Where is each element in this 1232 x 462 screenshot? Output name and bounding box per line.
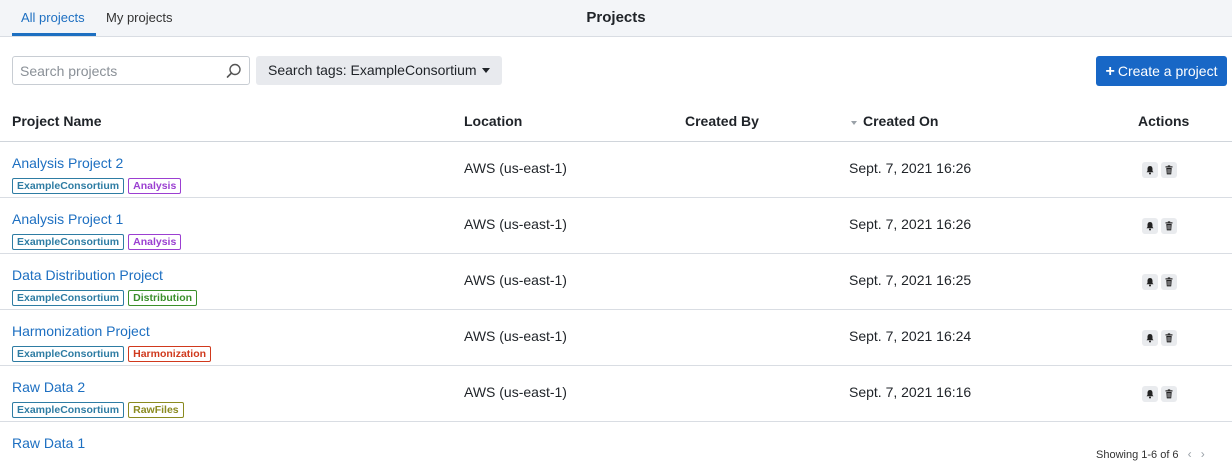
- project-tag[interactable]: ExampleConsortium: [12, 402, 125, 418]
- project-tag[interactable]: Harmonization: [128, 346, 212, 362]
- project-tag[interactable]: Distribution: [128, 290, 198, 306]
- project-name-link[interactable]: Analysis Project 2: [12, 155, 123, 171]
- project-tags: ExampleConsortium Analysis: [12, 176, 185, 194]
- row-actions: [1142, 386, 1180, 402]
- search-icon[interactable]: [225, 62, 243, 80]
- bell-icon[interactable]: [1142, 218, 1158, 234]
- project-location: AWS (us-east-1): [464, 272, 567, 288]
- column-header-created-on[interactable]: Created On: [851, 113, 938, 129]
- top-bar: All projects My projects Projects: [0, 0, 1232, 37]
- table-row[interactable]: Analysis Project 2 ExampleConsortium Analy…: [0, 142, 1232, 198]
- bell-icon[interactable]: [1142, 330, 1158, 346]
- project-tag[interactable]: ExampleConsortium: [12, 234, 125, 250]
- project-tags: ExampleConsortium Analysis: [12, 232, 185, 250]
- project-name-link[interactable]: Harmonization Project: [12, 323, 150, 339]
- project-created-on: Sept. 7, 2021 16:26: [849, 160, 972, 176]
- project-tag[interactable]: ExampleConsortium: [12, 178, 125, 194]
- project-name-link[interactable]: Raw Data 2: [12, 379, 85, 395]
- project-tags: ExampleConsortium RawFiles: [12, 400, 188, 418]
- row-actions: [1142, 218, 1180, 234]
- project-tag[interactable]: RawFiles: [128, 402, 184, 418]
- search-tags-label: Search tags: ExampleConsortium: [268, 62, 477, 78]
- table-row-partial[interactable]: Raw Data 1: [0, 426, 1232, 448]
- project-tag[interactable]: Analysis: [128, 178, 182, 194]
- project-tags: ExampleConsortium Distribution: [12, 288, 201, 306]
- project-location: AWS (us-east-1): [464, 160, 567, 176]
- column-header-created-by[interactable]: Created By: [685, 113, 759, 129]
- row-actions: [1142, 162, 1180, 178]
- search-input[interactable]: [13, 57, 213, 84]
- table-row[interactable]: Analysis Project 1 ExampleConsortium Analy…: [0, 198, 1232, 254]
- pagination-status: Showing 1-6 of 6: [1096, 449, 1179, 461]
- plus-icon: +: [1105, 63, 1115, 80]
- table-row[interactable]: Harmonization Project ExampleConsortium Ha…: [0, 310, 1232, 366]
- project-name-link[interactable]: Data Distribution Project: [12, 267, 163, 283]
- caret-down-icon: [481, 68, 490, 73]
- column-header-project-name[interactable]: Project Name: [12, 113, 101, 129]
- project-name-link[interactable]: Analysis Project 1: [12, 211, 123, 227]
- project-created-on: Sept. 7, 2021 16:25: [849, 272, 972, 288]
- bell-icon[interactable]: [1142, 162, 1158, 178]
- project-location: AWS (us-east-1): [464, 328, 567, 344]
- project-tag[interactable]: Analysis: [128, 234, 182, 250]
- pagination: Showing 1-6 of 6 ‹ ›: [1096, 447, 1205, 461]
- active-tab-indicator: [12, 33, 96, 36]
- project-name-link[interactable]: Raw Data 1: [12, 435, 85, 448]
- page-title: Projects: [586, 9, 646, 26]
- table-row[interactable]: Raw Data 2 ExampleConsortium RawFiles AWS (…: [0, 366, 1232, 422]
- table-row[interactable]: Data Distribution Project ExampleConsorti…: [0, 254, 1232, 310]
- create-project-button[interactable]: + Create a project: [1096, 56, 1227, 86]
- project-created-on: Sept. 7, 2021 16:16: [849, 384, 972, 400]
- column-header-actions: Actions: [1138, 113, 1190, 129]
- search-tags-dropdown[interactable]: Search tags: ExampleConsortium: [256, 56, 502, 85]
- project-location: AWS (us-east-1): [464, 384, 567, 400]
- trash-icon[interactable]: [1161, 330, 1177, 346]
- trash-icon[interactable]: [1161, 386, 1177, 402]
- column-header-created-on-label: Created On: [863, 113, 939, 129]
- chevron-right-icon[interactable]: ›: [1201, 447, 1205, 461]
- project-tags: ExampleConsortium Harmonization: [12, 344, 215, 362]
- trash-icon[interactable]: [1161, 162, 1177, 178]
- project-tag[interactable]: ExampleConsortium: [12, 290, 125, 306]
- sort-desc-icon: [851, 121, 857, 125]
- column-header-location[interactable]: Location: [464, 113, 522, 129]
- row-actions: [1142, 274, 1180, 290]
- project-tag[interactable]: ExampleConsortium: [12, 346, 125, 362]
- search-box: [12, 56, 250, 85]
- row-actions: [1142, 330, 1180, 346]
- chevron-left-icon[interactable]: ‹: [1188, 447, 1192, 461]
- trash-icon[interactable]: [1161, 274, 1177, 290]
- project-created-on: Sept. 7, 2021 16:26: [849, 216, 972, 232]
- bell-icon[interactable]: [1142, 386, 1158, 402]
- project-created-on: Sept. 7, 2021 16:24: [849, 328, 972, 344]
- bell-icon[interactable]: [1142, 274, 1158, 290]
- trash-icon[interactable]: [1161, 218, 1177, 234]
- create-project-label: Create a project: [1117, 63, 1218, 79]
- project-location: AWS (us-east-1): [464, 216, 567, 232]
